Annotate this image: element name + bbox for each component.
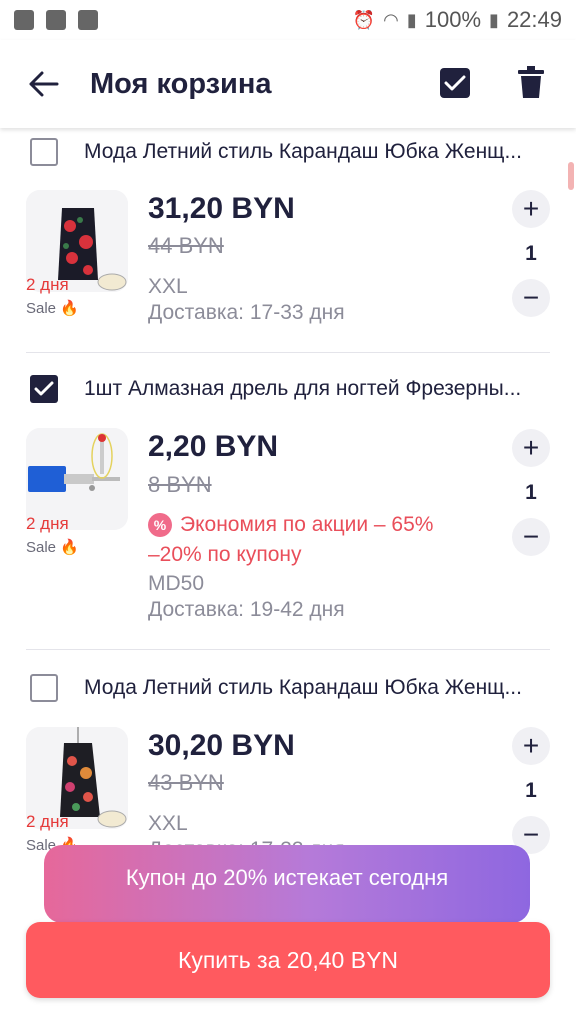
- status-bar: ⏰ ◠ ▮ 100% ▮ 22:49: [0, 0, 576, 40]
- quantity-value: 1: [525, 481, 537, 504]
- item-delivery: Доставка: 19-42 дня: [148, 598, 345, 621]
- checkout-button[interactable]: Купить за 20,40 BYN: [26, 922, 550, 998]
- battery-notification-icon: [78, 10, 98, 30]
- item-variant[interactable]: XXL: [148, 812, 188, 836]
- item-title[interactable]: Мода Летний стиль Карандаш Юбка Женщ...: [84, 676, 550, 700]
- delivery-days-badge: 2 дня: [26, 812, 69, 831]
- battery-level: 100%: [424, 7, 482, 32]
- item-checkbox[interactable]: [30, 674, 58, 702]
- quantity-decrease-button[interactable]: −: [512, 518, 550, 556]
- coupon-banner[interactable]: Купон до 20% истекает сегодня: [44, 845, 530, 923]
- item-price: 31,20 BYN: [148, 192, 295, 225]
- wifi-icon: ◠: [383, 9, 399, 30]
- delivery-days-badge: 2 дня: [26, 275, 69, 294]
- item-checkbox[interactable]: [30, 375, 58, 403]
- quantity-value: 1: [525, 779, 537, 802]
- item-checkbox[interactable]: [30, 138, 58, 166]
- delivery-days-badge: 2 дня: [26, 514, 69, 533]
- item-price: 2,20 BYN: [148, 430, 279, 463]
- divider: [26, 352, 550, 353]
- percent-icon: %: [148, 513, 172, 537]
- item-delivery: Доставка: 17-33 дня: [148, 301, 345, 324]
- divider: [26, 649, 550, 650]
- arrow-left-icon[interactable]: [16, 56, 72, 112]
- quantity-increase-button[interactable]: +: [512, 190, 550, 228]
- trash-icon[interactable]: [518, 66, 544, 98]
- sale-badge: Sale 🔥: [26, 300, 79, 317]
- coupon-discount: –20% по купону: [148, 543, 302, 566]
- item-variant[interactable]: XXL: [148, 275, 188, 299]
- page-title: Моя корзина: [90, 67, 272, 100]
- music-notification-icon: [14, 10, 34, 30]
- quantity-value: 1: [525, 242, 537, 265]
- scrollbar[interactable]: [568, 162, 574, 190]
- quantity-increase-button[interactable]: +: [512, 429, 550, 467]
- quantity-increase-button[interactable]: +: [512, 727, 550, 765]
- sale-badge: Sale 🔥: [26, 539, 79, 556]
- item-variant[interactable]: MD50: [148, 572, 204, 596]
- quantity-decrease-button[interactable]: −: [512, 279, 550, 317]
- item-old-price: 44 BYN: [148, 233, 224, 258]
- item-old-price: 8 BYN: [148, 472, 212, 497]
- battery-icon: ▮: [489, 9, 499, 30]
- notification-icon: [46, 10, 66, 30]
- app-header: Моя корзина: [0, 40, 576, 128]
- promo-discount: % Экономия по акции – 65%: [148, 513, 433, 537]
- item-old-price: 43 BYN: [148, 770, 224, 795]
- item-title[interactable]: 1шт Алмазная дрель для ногтей Фрезерны..…: [84, 377, 550, 401]
- checkbox-checked-icon[interactable]: [440, 68, 470, 98]
- promo-text: Экономия по акции – 65%: [180, 513, 434, 536]
- item-title[interactable]: Мода Летний стиль Карандаш Юбка Женщ...: [84, 140, 550, 164]
- item-price: 30,20 BYN: [148, 729, 295, 762]
- alarm-icon: ⏰: [352, 9, 376, 30]
- clock: 22:49: [506, 7, 562, 32]
- signal-icon: ▮: [406, 9, 417, 30]
